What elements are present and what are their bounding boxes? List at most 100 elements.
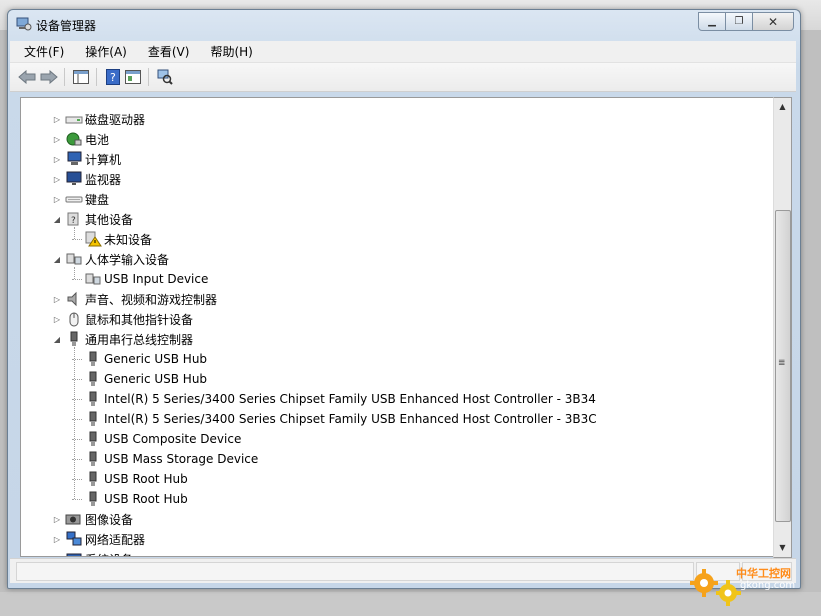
collapsed-triangle-icon[interactable]: ▷ [53, 175, 61, 184]
tree-connector-line [72, 279, 82, 280]
tree-category[interactable]: 图像设备 [65, 509, 133, 529]
camera-icon [65, 511, 83, 527]
monitor-icon [65, 171, 83, 187]
tree-item-label: 其他设备 [85, 212, 134, 227]
back-button[interactable] [18, 68, 36, 86]
tree-item-label: 磁盘驱动器 [85, 112, 146, 127]
title-bar[interactable]: 设备管理器 ▁ ❐ ✕ [8, 10, 800, 38]
tree-item-label: 声音、视频和游戏控制器 [85, 292, 218, 307]
help-icon: ? [106, 69, 120, 85]
scroll-down-button[interactable]: ▼ [774, 539, 791, 555]
status-field-main [16, 562, 694, 581]
system-device-icon [65, 551, 83, 556]
mouse-icon [65, 311, 83, 327]
tree-category[interactable]: 声音、视频和游戏控制器 [65, 289, 217, 309]
tree-item-label: 通用串行总线控制器 [85, 332, 194, 347]
keyboard-icon [65, 191, 83, 207]
menu-file[interactable]: 文件(F) [10, 43, 71, 60]
tree-category[interactable]: ? 其他设备 [65, 209, 133, 229]
expanded-triangle-icon[interactable]: ◢ [53, 335, 61, 344]
device-manager-window: 设备管理器 ▁ ❐ ✕ 文件(F) 操作(A) 查看(V) 帮助(H) ? 磁盘… [7, 9, 801, 589]
tree-device-item[interactable]: Generic USB Hub [84, 369, 207, 389]
disk-drive-icon [65, 111, 83, 127]
tree-device-item[interactable]: USB Root Hub [84, 469, 188, 489]
collapsed-triangle-icon[interactable]: ▷ [53, 295, 61, 304]
collapsed-triangle-icon[interactable]: ▷ [53, 555, 61, 557]
properties-button[interactable] [124, 68, 142, 86]
tree-item-label: Intel(R) 5 Series/3400 Series Chipset Fa… [104, 412, 597, 426]
tree-connector-line [74, 227, 75, 239]
tree-device-item[interactable]: USB Composite Device [84, 429, 241, 449]
usb-icon [65, 331, 83, 347]
tree-connector-line [72, 499, 82, 500]
scroll-thumb[interactable]: ═ ═ [775, 210, 791, 522]
scan-hardware-button[interactable] [156, 68, 174, 86]
tree-device-item[interactable]: Intel(R) 5 Series/3400 Series Chipset Fa… [84, 409, 597, 429]
tree-category[interactable]: 磁盘驱动器 [65, 109, 145, 129]
expanded-triangle-icon[interactable]: ◢ [53, 255, 61, 264]
console-tree-button[interactable] [72, 68, 90, 86]
tree-item-label: Intel(R) 5 Series/3400 Series Chipset Fa… [104, 392, 596, 406]
forward-arrow-icon [40, 70, 58, 84]
toolbar-separator [96, 68, 97, 86]
tree-category[interactable]: 键盘 [65, 189, 109, 209]
vertical-scrollbar[interactable]: ▲ ═ ═ ▼ [773, 97, 792, 558]
scroll-thumb-grip-icon: ═ ═ [779, 357, 785, 370]
tree-item-label: 图像设备 [85, 512, 134, 527]
tree-item-label: 系统设备 [85, 551, 133, 557]
tree-device-item[interactable]: Generic USB Hub [84, 349, 207, 369]
svg-text:?: ? [71, 216, 76, 226]
tree-category[interactable]: 监视器 [65, 169, 121, 189]
help-button[interactable]: ? [104, 68, 122, 86]
tree-category[interactable]: 网络适配器 [65, 529, 145, 549]
scroll-up-button[interactable]: ▲ [774, 98, 791, 114]
tree-item-label: 人体学输入设备 [85, 252, 170, 267]
tree-device-item[interactable]: 未知设备 [84, 229, 152, 249]
collapsed-triangle-icon[interactable]: ▷ [53, 195, 61, 204]
window-title: 设备管理器 [36, 19, 97, 33]
tree-category[interactable]: 系统设备 [65, 549, 133, 557]
tree-connector-line [74, 267, 75, 279]
toolbar-separator [148, 68, 149, 86]
computer-icon [65, 151, 83, 167]
tree-item-label: Generic USB Hub [104, 372, 208, 386]
menu-help[interactable]: 帮助(H) [196, 43, 259, 60]
menu-view[interactable]: 查看(V) [134, 43, 197, 60]
tree-category[interactable]: 通用串行总线控制器 [65, 329, 193, 349]
hid-icon [65, 251, 83, 267]
maximize-button[interactable]: ❐ [725, 12, 753, 31]
collapsed-triangle-icon[interactable]: ▷ [53, 515, 61, 524]
menu-action[interactable]: 操作(A) [71, 43, 134, 60]
collapsed-triangle-icon[interactable]: ▷ [53, 155, 61, 164]
tree-item-label: 电池 [85, 132, 110, 147]
properties-icon [125, 70, 141, 84]
scroll-up-arrow-icon: ▲ [779, 101, 786, 111]
close-button[interactable]: ✕ [752, 12, 794, 31]
expanded-triangle-icon[interactable]: ◢ [53, 215, 61, 224]
collapsed-triangle-icon[interactable]: ▷ [53, 135, 61, 144]
watermark-url: gkong.com [740, 580, 796, 591]
scan-hardware-icon [157, 69, 173, 85]
tree-device-item[interactable]: USB Input Device [84, 269, 208, 289]
tree-device-item[interactable]: Intel(R) 5 Series/3400 Series Chipset Fa… [84, 389, 596, 409]
collapsed-triangle-icon[interactable]: ▷ [53, 115, 61, 124]
tree-item-label: USB Root Hub [104, 492, 188, 506]
minimize-button[interactable]: ▁ [698, 12, 726, 31]
tree-item-label: 网络适配器 [85, 532, 146, 547]
usb-icon [84, 431, 102, 447]
menu-bar: 文件(F) 操作(A) 查看(V) 帮助(H) [10, 41, 796, 63]
tree-item-label: 键盘 [85, 192, 110, 207]
forward-button[interactable] [40, 68, 58, 86]
tree-category[interactable]: 计算机 [65, 149, 121, 169]
tree-device-item[interactable]: USB Root Hub [84, 489, 188, 509]
tree-device-item[interactable]: USB Mass Storage Device [84, 449, 258, 469]
toolbar-separator [64, 68, 65, 86]
tree-category[interactable]: 人体学输入设备 [65, 249, 169, 269]
tree-category[interactable]: 电池 [65, 129, 109, 149]
collapsed-triangle-icon[interactable]: ▷ [53, 535, 61, 544]
tree-category[interactable]: 鼠标和其他指针设备 [65, 309, 193, 329]
tree-connector-line [74, 347, 75, 499]
collapsed-triangle-icon[interactable]: ▷ [53, 315, 61, 324]
tree-item-label: USB Mass Storage Device [104, 452, 259, 466]
show-hide-console-tree-icon [73, 70, 89, 84]
